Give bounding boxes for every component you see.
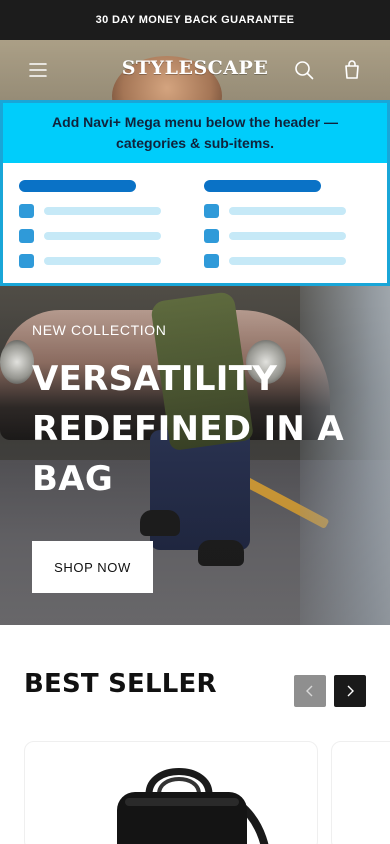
item-icon: [19, 254, 34, 268]
product-card[interactable]: [24, 741, 318, 844]
carousel-next-button[interactable]: [334, 675, 366, 707]
mega-menu-column: [204, 180, 354, 279]
mega-menu-item[interactable]: [204, 204, 354, 218]
item-icon: [204, 204, 219, 218]
item-icon: [204, 254, 219, 268]
item-icon: [204, 229, 219, 243]
item-icon: [19, 229, 34, 243]
chevron-right-icon: [347, 685, 354, 697]
hero-eyebrow: NEW COLLECTION: [32, 322, 167, 338]
mega-menu-item[interactable]: [19, 204, 169, 218]
product-image: [117, 768, 269, 844]
chevron-left-icon: [306, 685, 313, 697]
announcement-bar: 30 DAY MONEY BACK GUARANTEE: [0, 0, 390, 40]
mega-menu-banner: Add Navi+ Mega menu below the header — c…: [3, 103, 387, 163]
mega-menu-column: [19, 180, 169, 279]
hero-title: VERSATILITY REDEFINED IN A BAG: [32, 359, 344, 499]
item-label: [44, 207, 161, 215]
item-label: [229, 257, 346, 265]
mega-menu-category[interactable]: [19, 180, 136, 192]
best-seller-heading: BEST SELLER: [24, 669, 217, 699]
shop-now-button[interactable]: SHOP NOW: [32, 541, 153, 593]
mega-menu-item[interactable]: [204, 254, 354, 268]
mega-menu-category[interactable]: [204, 180, 321, 192]
search-icon[interactable]: [290, 56, 318, 84]
product-card[interactable]: [331, 741, 390, 844]
site-logo[interactable]: STYLESCAPE: [0, 57, 390, 79]
item-label: [229, 207, 346, 215]
mega-menu-item[interactable]: [204, 229, 354, 243]
hero-copy: NEW COLLECTION VERSATILITY REDEFINED IN …: [32, 322, 362, 504]
site-header: STYLESCAPE: [0, 40, 390, 100]
item-label: [44, 257, 161, 265]
item-label: [44, 232, 161, 240]
mega-menu-placeholder: Add Navi+ Mega menu below the header — c…: [0, 100, 390, 286]
item-icon: [19, 204, 34, 218]
item-label: [229, 232, 346, 240]
mega-menu-item[interactable]: [19, 229, 169, 243]
announcement-text: 30 DAY MONEY BACK GUARANTEE: [95, 14, 295, 26]
mega-menu-item[interactable]: [19, 254, 169, 268]
carousel-prev-button[interactable]: [294, 675, 326, 707]
shopping-bag-icon[interactable]: [338, 56, 366, 84]
